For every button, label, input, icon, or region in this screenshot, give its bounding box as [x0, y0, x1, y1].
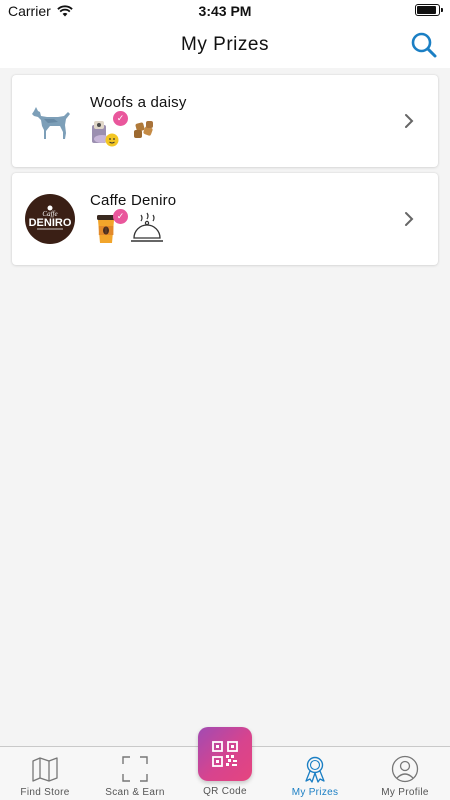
status-time: 3:43 PM: [198, 3, 252, 19]
dog-logo: [32, 107, 70, 139]
tab-my-profile[interactable]: My Profile: [360, 747, 450, 800]
scan-icon: [122, 756, 148, 782]
claimed-check-icon: ✓: [113, 111, 128, 126]
prize-item[interactable]: [130, 211, 164, 245]
prize-list: ✓: [90, 111, 164, 147]
tab-label: Find Store: [20, 787, 70, 798]
chevron-right-icon: [405, 212, 414, 226]
store-name: Woofs a daisy: [90, 94, 187, 111]
store-card-woofs-a-daisy[interactable]: Woofs a daisy ✓: [12, 75, 438, 167]
prize-list: ✓: [90, 209, 164, 245]
map-icon: [32, 757, 58, 782]
search-button[interactable]: [410, 31, 438, 59]
qr-code-button[interactable]: [198, 727, 252, 781]
store-card-caffe-deniro[interactable]: Caffe DENIRO Caffe Deniro ✓: [12, 173, 438, 265]
dog-treats-icon: [134, 121, 153, 138]
status-bar: Carrier 3:43 PM: [0, 0, 450, 22]
tab-label: Scan & Earn: [105, 787, 165, 798]
tab-scan-earn[interactable]: Scan & Earn: [90, 747, 180, 800]
profile-icon: [391, 755, 419, 783]
qr-code-label: QR Code: [203, 786, 247, 797]
prize-item[interactable]: [130, 113, 164, 147]
page-title: My Prizes: [181, 34, 269, 55]
claimed-check-icon: ✓: [113, 209, 128, 224]
prize-item[interactable]: ✓: [90, 111, 128, 147]
caffe-deniro-logo: Caffe DENIRO: [25, 194, 75, 244]
prize-item[interactable]: ✓: [90, 209, 128, 245]
logo-deniro-text: DENIRO: [29, 217, 72, 229]
food-cloche-icon: [131, 212, 163, 242]
tab-my-prizes[interactable]: My Prizes: [270, 747, 360, 800]
tab-label: My Profile: [381, 787, 429, 798]
search-icon: [411, 32, 437, 58]
nav-header: My Prizes: [0, 22, 450, 68]
store-name: Caffe Deniro: [90, 192, 177, 209]
ribbon-award-icon: [305, 756, 325, 783]
chevron-right-icon: [405, 114, 414, 128]
tab-label: My Prizes: [291, 787, 339, 798]
qr-code-icon: [212, 741, 238, 767]
tab-find-store[interactable]: Find Store: [0, 747, 90, 800]
battery-icon: [415, 4, 443, 16]
